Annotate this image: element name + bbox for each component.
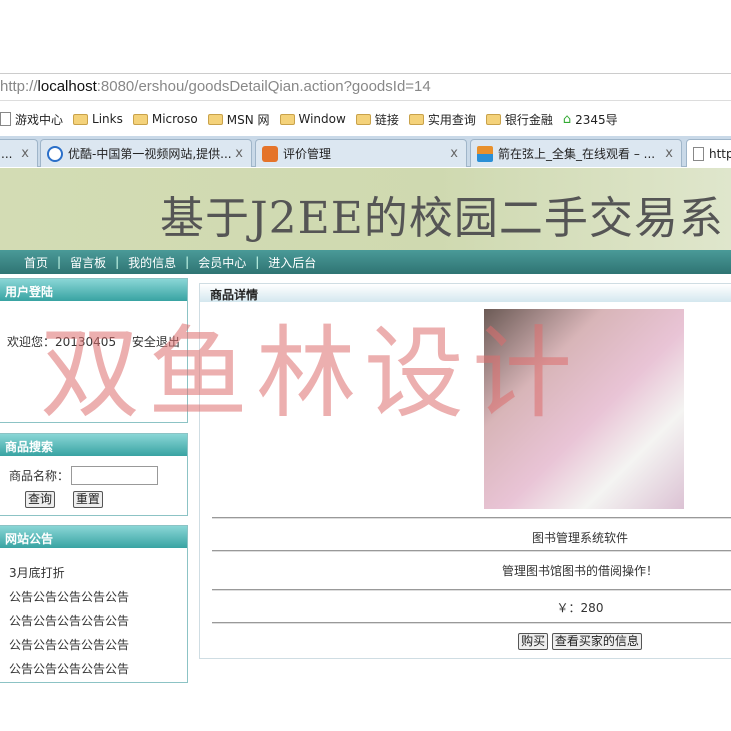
notice-item[interactable]: 公告公告公告公告公告 [9, 657, 129, 681]
login-panel: 用户登陆 欢迎您：20130405 安全退出 [0, 278, 188, 423]
bookmark-label: Links [92, 112, 123, 126]
site-banner: 基于J2EE的校园二手交易系 [0, 168, 731, 250]
folder-icon [73, 113, 89, 125]
notice-panel: 网站公告 3月底打折 公告公告公告公告公告 公告公告公告公告公告 公告公告公告公… [0, 525, 188, 683]
bookmark-item[interactable]: MSN 网 [207, 111, 270, 128]
tab-label: http [709, 146, 731, 161]
bookmark-item[interactable]: Window [279, 112, 346, 126]
reset-button[interactable]: 重置 [72, 491, 103, 508]
divider [212, 622, 731, 624]
nav-separator: | [115, 255, 120, 269]
page-icon [0, 112, 11, 126]
divider [212, 550, 731, 552]
nav-home[interactable]: 首页 [24, 254, 48, 271]
nav-admin[interactable]: 进入后台 [268, 254, 316, 271]
folder-icon [279, 113, 295, 125]
nav-my-info[interactable]: 我的信息 [128, 254, 176, 271]
bookmark-label: Microso [151, 112, 198, 126]
notice-item[interactable]: 3月底打折 [9, 561, 129, 585]
bookmark-label: 2345导 [575, 112, 618, 127]
folder-icon [408, 113, 424, 125]
play-icon [47, 145, 63, 162]
nav-separator: | [57, 255, 62, 269]
bookmark-item[interactable]: 银行金融 [485, 111, 553, 128]
tab-label: 评价管理 [283, 147, 332, 161]
site-title: 基于J2EE的校园二手交易系 [160, 193, 724, 244]
divider [212, 517, 731, 519]
browser-tab-active[interactable]: http [686, 139, 731, 167]
close-icon[interactable]: x [665, 146, 673, 161]
bookmark-item[interactable]: 实用查询 [408, 111, 476, 128]
close-icon[interactable]: x [235, 146, 243, 161]
goods-name-label: 商品名称： [9, 469, 70, 483]
bookmark-item[interactable]: 游戏中心 [0, 111, 63, 128]
bookmark-item[interactable]: 链接 [355, 111, 399, 128]
goods-description: 管理图书馆图书的借阅操作！ [501, 564, 658, 578]
close-icon[interactable]: x [450, 146, 458, 161]
browser-tab[interactable]: 评价管理 x [255, 139, 467, 167]
bookmark-label: 银行金融 [504, 112, 553, 127]
bookmark-item[interactable]: Links [73, 112, 123, 126]
bookmark-label: MSN 网 [226, 112, 270, 127]
folder-icon [207, 113, 223, 125]
nav-guestbook[interactable]: 留言板 [70, 254, 106, 271]
main-nav: 首页 | 留言板 | 我的信息 | 会员中心 | 进入后台 [0, 250, 731, 274]
page-icon [693, 146, 704, 161]
divider [212, 589, 731, 591]
bookmark-label: 实用查询 [427, 112, 476, 127]
tab-label: 优酷-中国第一视频网站,提供... [68, 147, 232, 161]
search-panel: 商品搜索 商品名称： 查询 重置 [0, 433, 188, 516]
tab-label: ... [1, 146, 13, 161]
panel-title: 商品详情 [200, 284, 731, 302]
url-host: localhost [37, 78, 97, 95]
tab-label: 箭在弦上_全集_在线观看 – ... [498, 147, 656, 161]
bookmarks-bar: 游戏中心 Links Microso MSN 网 Window 链接 实用查询 … [0, 105, 731, 133]
folder-icon [485, 113, 501, 125]
browser-tab[interactable]: ... x [0, 139, 38, 167]
address-bar[interactable]: http://localhost:8080/ershou/goodsDetail… [0, 73, 731, 101]
bookmark-label: 链接 [374, 112, 399, 127]
panel-title: 商品搜索 [0, 434, 187, 456]
logout-link[interactable]: 安全退出 [132, 335, 180, 349]
notice-item[interactable]: 公告公告公告公告公告 [9, 609, 129, 633]
buy-button[interactable]: 购买 [518, 633, 549, 650]
nav-separator: | [185, 255, 190, 269]
bookmark-item[interactable]: ⌂ 2345导 [563, 111, 618, 128]
house-icon: ⌂ [562, 111, 572, 127]
notice-item[interactable]: 公告公告公告公告公告 [9, 633, 129, 657]
soku-icon [477, 145, 493, 162]
url-path: :8080/ershou/goodsDetailQian.action?good… [96, 78, 431, 95]
goods-name-input[interactable] [71, 466, 159, 485]
bookmark-label: 游戏中心 [15, 112, 64, 127]
panel-title: 网站公告 [0, 526, 187, 548]
close-icon[interactable]: x [21, 146, 29, 161]
query-button[interactable]: 查询 [25, 491, 56, 508]
bookmark-item[interactable]: Microso [132, 112, 198, 126]
browser-tab[interactable]: 箭在弦上_全集_在线观看 – ... x [470, 139, 682, 167]
bookmark-label: Window [298, 112, 346, 126]
folder-icon [355, 113, 371, 125]
view-buyer-info-button[interactable]: 查看买家的信息 [551, 633, 642, 650]
tab-strip: ... x 优酷-中国第一视频网站,提供... x 评价管理 x 箭在弦上_全集_在线… [0, 136, 731, 167]
url-prefix: http:// [0, 78, 38, 95]
taobao-icon [262, 145, 278, 162]
goods-image [484, 309, 684, 509]
nav-separator: | [255, 255, 260, 269]
notice-item[interactable]: 公告公告公告公告公告 [9, 585, 129, 609]
welcome-text: 欢迎您：20130405 [7, 335, 117, 349]
panel-title: 用户登陆 [0, 279, 187, 301]
nav-member-center[interactable]: 会员中心 [198, 254, 246, 271]
goods-price: ￥：280 [556, 601, 604, 615]
goods-detail-panel: 商品详情 图书管理系统软件 管理图书馆图书的借阅操作！ ￥：280 购买 查看买… [199, 283, 731, 659]
folder-icon [132, 113, 148, 125]
goods-name: 图书管理系统软件 [531, 531, 628, 545]
browser-tab[interactable]: 优酷-中国第一视频网站,提供... x [40, 139, 252, 167]
